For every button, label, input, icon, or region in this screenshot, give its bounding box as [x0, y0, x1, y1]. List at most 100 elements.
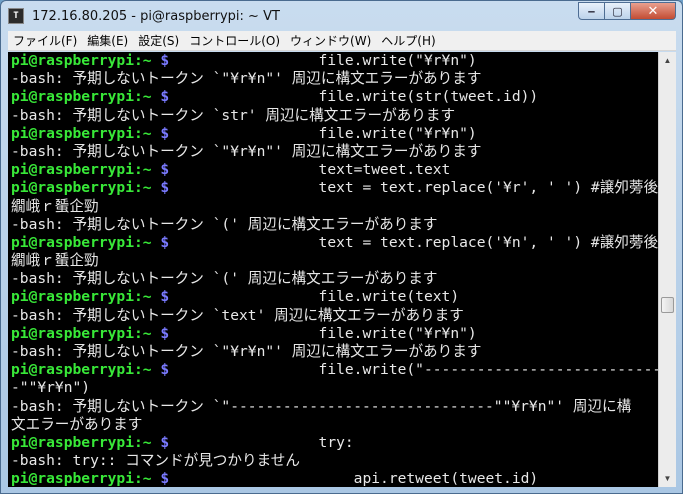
command-text: file.write("¥r¥n")	[169, 324, 477, 342]
prompt-symbol: $	[160, 324, 170, 342]
output-text: -bash: 予期しないトークン `"¥r¥n"' 周辺に構文エラーがあります	[11, 343, 482, 360]
prompt-path: :~	[134, 324, 161, 342]
scroll-thumb[interactable]	[661, 297, 674, 313]
terminal-output-line: -bash: 予期しないトークン `"¥r¥n"' 周辺に構文エラーがあります	[8, 343, 658, 361]
terminal-prompt-line: pi@raspberrypi:~ $ api.retweet(tweet.id)	[8, 470, 658, 487]
prompt-user-host: pi@raspberrypi	[11, 233, 135, 251]
terminal-prompt-line: pi@raspberrypi:~ $ file.write("¥r¥n")	[8, 125, 658, 143]
command-text: api.retweet(tweet.id)	[169, 470, 539, 487]
output-text: 繝峨ｒ蜑企勁	[11, 252, 99, 270]
menu-edit[interactable]: 編集(E)	[82, 32, 133, 49]
output-text: -bash: 予期しないトークン `"¥r¥n"' 周辺に構文エラーがあります	[11, 70, 482, 88]
prompt-user-host: pi@raspberrypi	[11, 52, 135, 69]
terminal-prompt-line: pi@raspberrypi:~ $ file.write(str(tweet.…	[8, 88, 658, 106]
prompt-symbol: $	[160, 179, 170, 197]
prompt-path: :~	[134, 288, 161, 306]
maximize-button[interactable]: ▢	[605, 2, 631, 20]
prompt-symbol: $	[160, 361, 170, 379]
close-button[interactable]: ✕	[631, 2, 676, 20]
scroll-down-arrow-icon[interactable]: ▼	[659, 470, 676, 487]
terminal-prompt-line: pi@raspberrypi:~ $ text=tweet.text	[8, 161, 658, 179]
output-text: -""¥r¥n")	[11, 379, 91, 397]
scroll-up-arrow-icon[interactable]: ▲	[659, 52, 676, 69]
prompt-user-host: pi@raspberrypi	[11, 361, 135, 379]
minimize-button[interactable]: ‒	[578, 2, 605, 20]
output-text: 文エラーがあります	[11, 415, 143, 433]
terminal-prompt-line: pi@raspberrypi:~ $ file.write("¥r¥n")	[8, 325, 658, 343]
prompt-symbol: $	[160, 88, 170, 106]
prompt-symbol: $	[160, 161, 170, 179]
terminal-prompt-line: pi@raspberrypi:~ $ file.write(text)	[8, 288, 658, 306]
prompt-user-host: pi@raspberrypi	[11, 433, 135, 451]
terminal-prompt-line: pi@raspberrypi:~ $ text = text.replace('…	[8, 179, 658, 197]
output-text: -bash: 予期しないトークン `"---------------------…	[11, 397, 632, 415]
terminal-output[interactable]: pi@raspberrypi:~ $ file.write("¥r¥n") -ba…	[8, 52, 658, 487]
terminal-output-line: -bash: 予期しないトークン `"---------------------…	[8, 398, 658, 416]
prompt-user-host: pi@raspberrypi	[11, 124, 135, 142]
menu-settings[interactable]: 設定(S)	[133, 32, 184, 49]
terminal-output-line: 繝峨ｒ蜑企勁	[8, 252, 658, 270]
output-text: -bash: 予期しないトークン `(' 周辺に構文エラーがあります	[11, 270, 438, 288]
terminal-prompt-line: pi@raspberrypi:~ $ text = text.replace('…	[8, 234, 658, 252]
prompt-symbol: $	[160, 433, 170, 451]
output-text: -bash: try:: コマンドが見つかりません	[11, 452, 300, 470]
terminal-output-line: -bash: 予期しないトークン `text' 周辺に構文エラーがあります	[8, 307, 658, 325]
title-bar[interactable]: T 172.16.80.205 - pi@raspberrypi: ~ VT ‒…	[1, 1, 682, 31]
menu-control[interactable]: コントロール(O)	[184, 32, 285, 49]
menu-bar: ファイル(F) 編集(E) 設定(S) コントロール(O) ウィンドウ(W) ヘ…	[8, 31, 676, 51]
prompt-path: :~	[134, 124, 161, 142]
terminal-output-line: -""¥r¥n")	[8, 379, 658, 397]
terminal-output-line: 繝峨ｒ蜑企勁	[8, 198, 658, 216]
command-text: file.write("----------------------------…	[169, 361, 658, 379]
command-text: text = text.replace('¥r', ' ') #譲夘蒡後さ繝ｼ	[169, 179, 658, 197]
prompt-path: :~	[134, 88, 161, 106]
prompt-user-host: pi@raspberrypi	[11, 179, 135, 197]
terminal-output-line: -bash: 予期しないトークン `"¥r¥n"' 周辺に構文エラーがあります	[8, 143, 658, 161]
prompt-symbol: $	[160, 124, 170, 142]
command-text: file.write(text)	[169, 288, 460, 306]
terminal-output-line: -bash: try:: コマンドが見つかりません	[8, 452, 658, 470]
prompt-path: :~	[134, 179, 161, 197]
terminal-output-line: -bash: 予期しないトークン `str' 周辺に構文エラーがあります	[8, 107, 658, 125]
prompt-path: :~	[134, 161, 161, 179]
prompt-symbol: $	[160, 233, 170, 251]
terminal-output-line: -bash: 予期しないトークン `(' 周辺に構文エラーがあります	[8, 270, 658, 288]
command-text: try:	[169, 433, 354, 451]
command-text: file.write(str(tweet.id))	[169, 88, 539, 106]
prompt-path: :~	[134, 470, 161, 487]
prompt-path: :~	[134, 361, 161, 379]
output-text: -bash: 予期しないトークン `"¥r¥n"' 周辺に構文エラーがあります	[11, 142, 482, 160]
command-text: file.write("¥r¥n")	[169, 52, 477, 69]
command-text: file.write("¥r¥n")	[169, 124, 477, 142]
terminal-window: T 172.16.80.205 - pi@raspberrypi: ~ VT ‒…	[0, 0, 683, 494]
app-icon[interactable]: T	[8, 8, 24, 24]
menu-window[interactable]: ウィンドウ(W)	[285, 32, 376, 49]
terminal-output-line: 文エラーがあります	[8, 416, 658, 434]
menu-help[interactable]: ヘルプ(H)	[376, 32, 440, 49]
output-text: -bash: 予期しないトークン `(' 周辺に構文エラーがあります	[11, 215, 438, 233]
terminal-prompt-line: pi@raspberrypi:~ $ try:	[8, 434, 658, 452]
terminal-prompt-line: pi@raspberrypi:~ $ file.write("¥r¥n")	[8, 52, 658, 70]
caption-buttons: ‒ ▢ ✕	[578, 2, 676, 20]
terminal-output-line: -bash: 予期しないトークン `(' 周辺に構文エラーがあります	[8, 216, 658, 234]
prompt-path: :~	[134, 233, 161, 251]
prompt-user-host: pi@raspberrypi	[11, 470, 135, 487]
prompt-symbol: $	[160, 470, 170, 487]
command-text: text = text.replace('¥n', ' ') #譲夘蒡後さ繝ｼ	[169, 233, 658, 251]
prompt-path: :~	[134, 52, 161, 69]
prompt-user-host: pi@raspberrypi	[11, 88, 135, 106]
window-title: 172.16.80.205 - pi@raspberrypi: ~ VT	[32, 8, 280, 24]
prompt-symbol: $	[160, 52, 170, 69]
prompt-user-host: pi@raspberrypi	[11, 161, 135, 179]
output-text: -bash: 予期しないトークン `text' 周辺に構文エラーがあります	[11, 306, 464, 324]
menu-file[interactable]: ファイル(F)	[8, 32, 82, 49]
terminal-prompt-line: pi@raspberrypi:~ $ file.write("---------…	[8, 361, 658, 379]
output-text: -bash: 予期しないトークン `str' 周辺に構文エラーがあります	[11, 106, 456, 124]
vertical-scrollbar[interactable]: ▲ ▼	[658, 52, 676, 487]
prompt-user-host: pi@raspberrypi	[11, 288, 135, 306]
prompt-symbol: $	[160, 288, 170, 306]
terminal-output-line: -bash: 予期しないトークン `"¥r¥n"' 周辺に構文エラーがあります	[8, 70, 658, 88]
output-text: 繝峨ｒ蜑企勁	[11, 197, 99, 215]
prompt-path: :~	[134, 433, 161, 451]
prompt-user-host: pi@raspberrypi	[11, 324, 135, 342]
